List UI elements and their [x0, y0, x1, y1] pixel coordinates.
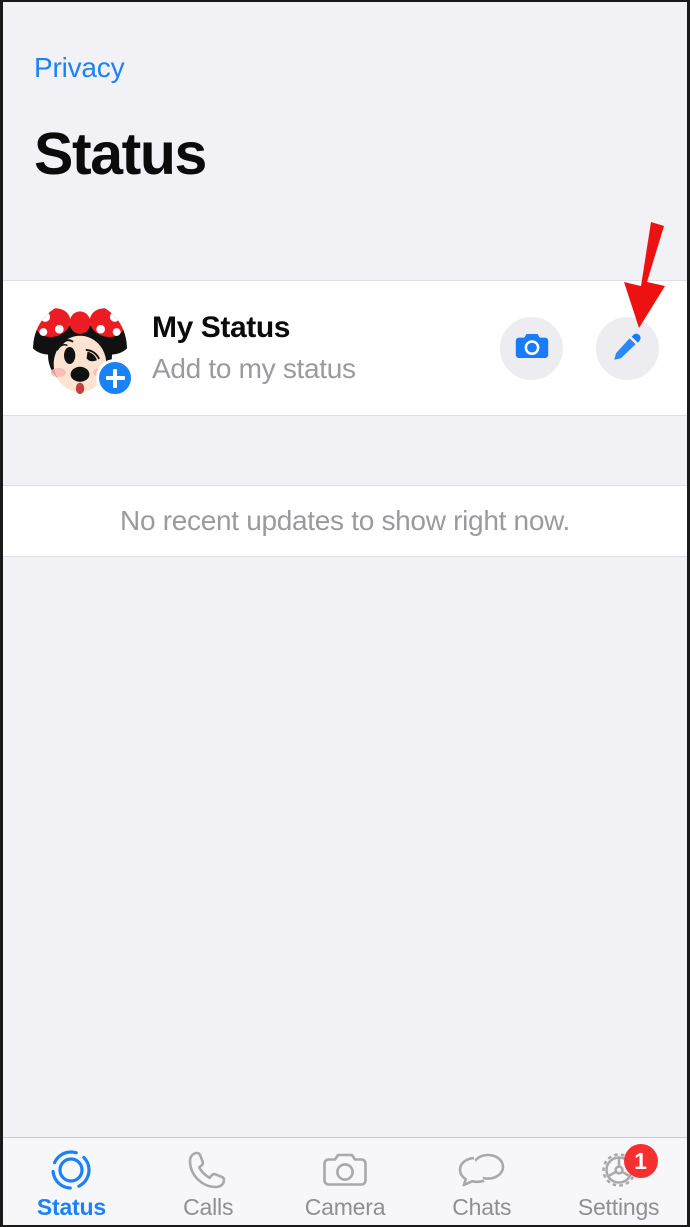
tab-label-calls: Calls	[183, 1194, 234, 1220]
section-gap	[3, 416, 687, 485]
privacy-back-link[interactable]: Privacy	[34, 52, 125, 84]
status-text-group: My Status Add to my status	[152, 311, 500, 385]
settings-badge: 1	[623, 1144, 658, 1178]
tab-chats[interactable]: Chats	[413, 1148, 550, 1221]
tab-label-camera: Camera	[304, 1194, 386, 1220]
camera-outline-icon	[322, 1148, 368, 1192]
gear-icon: 1	[596, 1144, 658, 1192]
plus-icon[interactable]	[96, 359, 134, 397]
status-actions	[500, 316, 659, 380]
empty-state-message: No recent updates to show right now.	[120, 505, 570, 536]
tab-camera[interactable]: Camera	[277, 1148, 414, 1221]
edit-status-button[interactable]	[596, 316, 659, 380]
tab-calls[interactable]: Calls	[140, 1148, 277, 1221]
page-header: Privacy Status	[3, 2, 687, 280]
tab-label-status: Status	[36, 1194, 106, 1220]
recent-updates-empty-state: No recent updates to show right now.	[3, 485, 687, 557]
my-status-subtitle: Add to my status	[152, 352, 356, 384]
bottom-tab-bar: Status Calls Camera Chats 1 Settings	[3, 1137, 687, 1225]
tab-label-settings: Settings	[577, 1194, 660, 1220]
phone-icon	[186, 1148, 230, 1192]
content-filler	[3, 557, 687, 1137]
tab-settings[interactable]: 1 Settings	[550, 1144, 687, 1221]
my-status-title: My Status	[152, 311, 291, 345]
tab-status[interactable]: Status	[3, 1148, 140, 1221]
tab-label-chats: Chats	[452, 1194, 512, 1220]
avatar[interactable]	[33, 301, 134, 397]
chat-bubbles-icon	[457, 1148, 507, 1192]
phone-screen: Privacy Status My Status Add to my statu…	[0, 0, 690, 1227]
status-rings-icon	[48, 1148, 94, 1192]
my-status-row[interactable]: My Status Add to my status	[3, 280, 687, 416]
page-title: Status	[34, 121, 207, 187]
pencil-icon	[612, 330, 644, 367]
camera-status-button[interactable]	[500, 316, 563, 380]
camera-icon	[515, 331, 549, 366]
screen-body: Privacy Status My Status Add to my statu…	[3, 2, 687, 1137]
